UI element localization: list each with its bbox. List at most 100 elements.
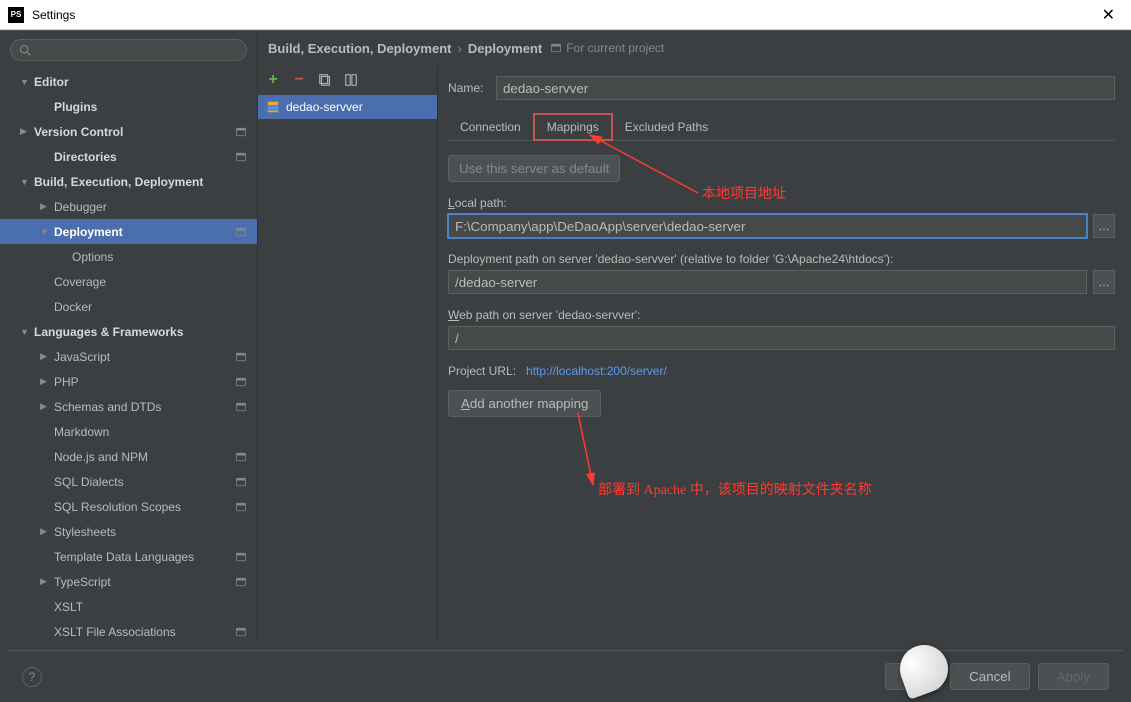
tree-item-xslt-file-associations[interactable]: ▶XSLT File Associations [0, 619, 257, 640]
tab-connection[interactable]: Connection [448, 113, 533, 140]
project-url-row: Project URL: http://localhost:200/server… [448, 364, 1115, 378]
project-scope-icon [235, 576, 247, 588]
tree-item-label: XSLT File Associations [54, 625, 176, 639]
tree-item-plugins[interactable]: ▶Plugins [0, 94, 257, 119]
project-scope-icon [235, 626, 247, 638]
project-scope-icon [235, 151, 247, 163]
tree-item-label: Build, Execution, Deployment [34, 175, 203, 189]
tree-item-node-js-and-npm[interactable]: ▶Node.js and NPM [0, 444, 257, 469]
browse-local-button[interactable]: … [1093, 214, 1115, 238]
server-item-label: dedao-servver [286, 100, 363, 114]
window-title: Settings [32, 8, 1094, 22]
tree-item-template-data-languages[interactable]: ▶Template Data Languages [0, 544, 257, 569]
project-scope-icon [235, 501, 247, 513]
tree-item-label: Languages & Frameworks [34, 325, 183, 339]
titlebar: PS Settings ✕ [0, 0, 1131, 30]
annotation-deploy: 部署到 Apache 中，该项目的映射文件夹名称 [598, 479, 872, 499]
tree-arrow-icon: ▼ [20, 327, 30, 337]
search-box[interactable] [10, 39, 247, 61]
tree-item-label: Stylesheets [54, 525, 116, 539]
settings-sidebar: ▼Editor▶Plugins▶Version Control▶Director… [0, 31, 258, 640]
tree-item-deployment[interactable]: ▼ Deployment [0, 219, 257, 244]
add-server-icon[interactable]: + [264, 71, 282, 89]
name-input[interactable] [496, 76, 1115, 100]
browse-deploy-button[interactable]: … [1093, 270, 1115, 294]
tree-item-typescript[interactable]: ▶ TypeScript [0, 569, 257, 594]
tree-item-label: Markdown [54, 425, 109, 439]
tree-arrow-icon: ▼ [20, 177, 30, 187]
tree-item-sql-resolution-scopes[interactable]: ▶SQL Resolution Scopes [0, 494, 257, 519]
name-label: Name: [448, 81, 496, 95]
project-url-link[interactable]: http://localhost:200/server/ [526, 364, 667, 378]
close-icon[interactable]: ✕ [1094, 5, 1123, 25]
project-scope-icon [235, 126, 247, 138]
breadcrumb: Build, Execution, Deployment › Deploymen… [258, 31, 1131, 65]
tree-item-languages-frameworks[interactable]: ▼ Languages & Frameworks [0, 319, 257, 344]
project-scope-icon [235, 351, 247, 363]
tree-item-markdown[interactable]: ▶Markdown [0, 419, 257, 444]
breadcrumb-sep: › [457, 41, 461, 56]
search-input[interactable] [35, 43, 238, 57]
tree-item-build-execution-deployment[interactable]: ▼ Build, Execution, Deployment [0, 169, 257, 194]
tree-item-stylesheets[interactable]: ▶ Stylesheets [0, 519, 257, 544]
apply-button[interactable]: Apply [1038, 663, 1109, 690]
tree-item-xslt[interactable]: ▶XSLT [0, 594, 257, 619]
tree-item-label: JavaScript [54, 350, 110, 364]
use-default-button[interactable]: Use this server as default [448, 155, 620, 182]
tree-item-label: Options [72, 250, 113, 264]
tree-item-options[interactable]: ▶Options [0, 244, 257, 269]
project-scope-icon [235, 376, 247, 388]
tree-arrow-icon: ▶ [40, 576, 50, 587]
server-item-dedao[interactable]: dedao-servver [258, 95, 437, 119]
tabs: Connection Mappings Excluded Paths [448, 113, 1115, 141]
deploy-path-label: Deployment path on server 'dedao-servver… [448, 252, 1115, 266]
tree-arrow-icon: ▶ [40, 201, 50, 212]
project-scope-icon [235, 226, 247, 238]
tree-arrow-icon: ▶ [40, 351, 50, 362]
deploy-path-input[interactable] [448, 270, 1087, 294]
help-icon[interactable]: ? [22, 667, 42, 687]
project-scope-icon [235, 451, 247, 463]
tree-item-label: Docker [54, 300, 92, 314]
tab-mappings[interactable]: Mappings [533, 113, 613, 141]
project-scope-icon [235, 551, 247, 563]
tree-item-label: Debugger [54, 200, 107, 214]
tree-item-docker[interactable]: ▶Docker [0, 294, 257, 319]
tree-item-directories[interactable]: ▶Directories [0, 144, 257, 169]
web-path-input[interactable] [448, 326, 1115, 350]
server-toolbar: + − [258, 65, 437, 95]
breadcrumb-part1: Build, Execution, Deployment [268, 41, 451, 56]
tree-arrow-icon: ▶ [40, 401, 50, 412]
tree-item-label: Deployment [54, 225, 123, 239]
deployment-panel: Name: Connection Mappings Excluded Paths… [438, 65, 1131, 640]
add-mapping-button[interactable]: Add another mapping [448, 390, 601, 417]
tree-item-debugger[interactable]: ▶ Debugger [0, 194, 257, 219]
tree-arrow-icon: ▶ [40, 526, 50, 537]
tree-item-label: TypeScript [54, 575, 111, 589]
project-scope-indicator: For current project [550, 41, 664, 55]
tree-item-javascript[interactable]: ▶ JavaScript [0, 344, 257, 369]
tree-item-label: Version Control [34, 125, 123, 139]
settings-tree[interactable]: ▼Editor▶Plugins▶Version Control▶Director… [0, 69, 257, 640]
tree-item-label: Editor [34, 75, 69, 89]
tab-excluded[interactable]: Excluded Paths [613, 113, 720, 140]
tree-item-label: SQL Dialects [54, 475, 124, 489]
remove-server-icon[interactable]: − [290, 71, 308, 89]
tree-item-label: Template Data Languages [54, 550, 194, 564]
cancel-button[interactable]: Cancel [950, 663, 1030, 690]
tree-item-version-control[interactable]: ▶Version Control [0, 119, 257, 144]
tree-item-sql-dialects[interactable]: ▶SQL Dialects [0, 469, 257, 494]
tree-item-label: SQL Resolution Scopes [54, 500, 181, 514]
tree-arrow-icon: ▼ [40, 227, 50, 237]
tree-item-label: Node.js and NPM [54, 450, 148, 464]
tree-item-schemas-and-dtds[interactable]: ▶Schemas and DTDs [0, 394, 257, 419]
app-icon: PS [8, 7, 24, 23]
toolbar-extra-icon[interactable] [342, 71, 360, 89]
tree-item-coverage[interactable]: ▶Coverage [0, 269, 257, 294]
dialog-footer: ? OK Cancel Apply [8, 650, 1123, 702]
copy-server-icon[interactable] [316, 71, 334, 89]
server-list[interactable]: dedao-servver [258, 95, 437, 640]
tree-item-editor[interactable]: ▼Editor [0, 69, 257, 94]
local-path-input[interactable] [448, 214, 1087, 238]
tree-item-php[interactable]: ▶PHP [0, 369, 257, 394]
